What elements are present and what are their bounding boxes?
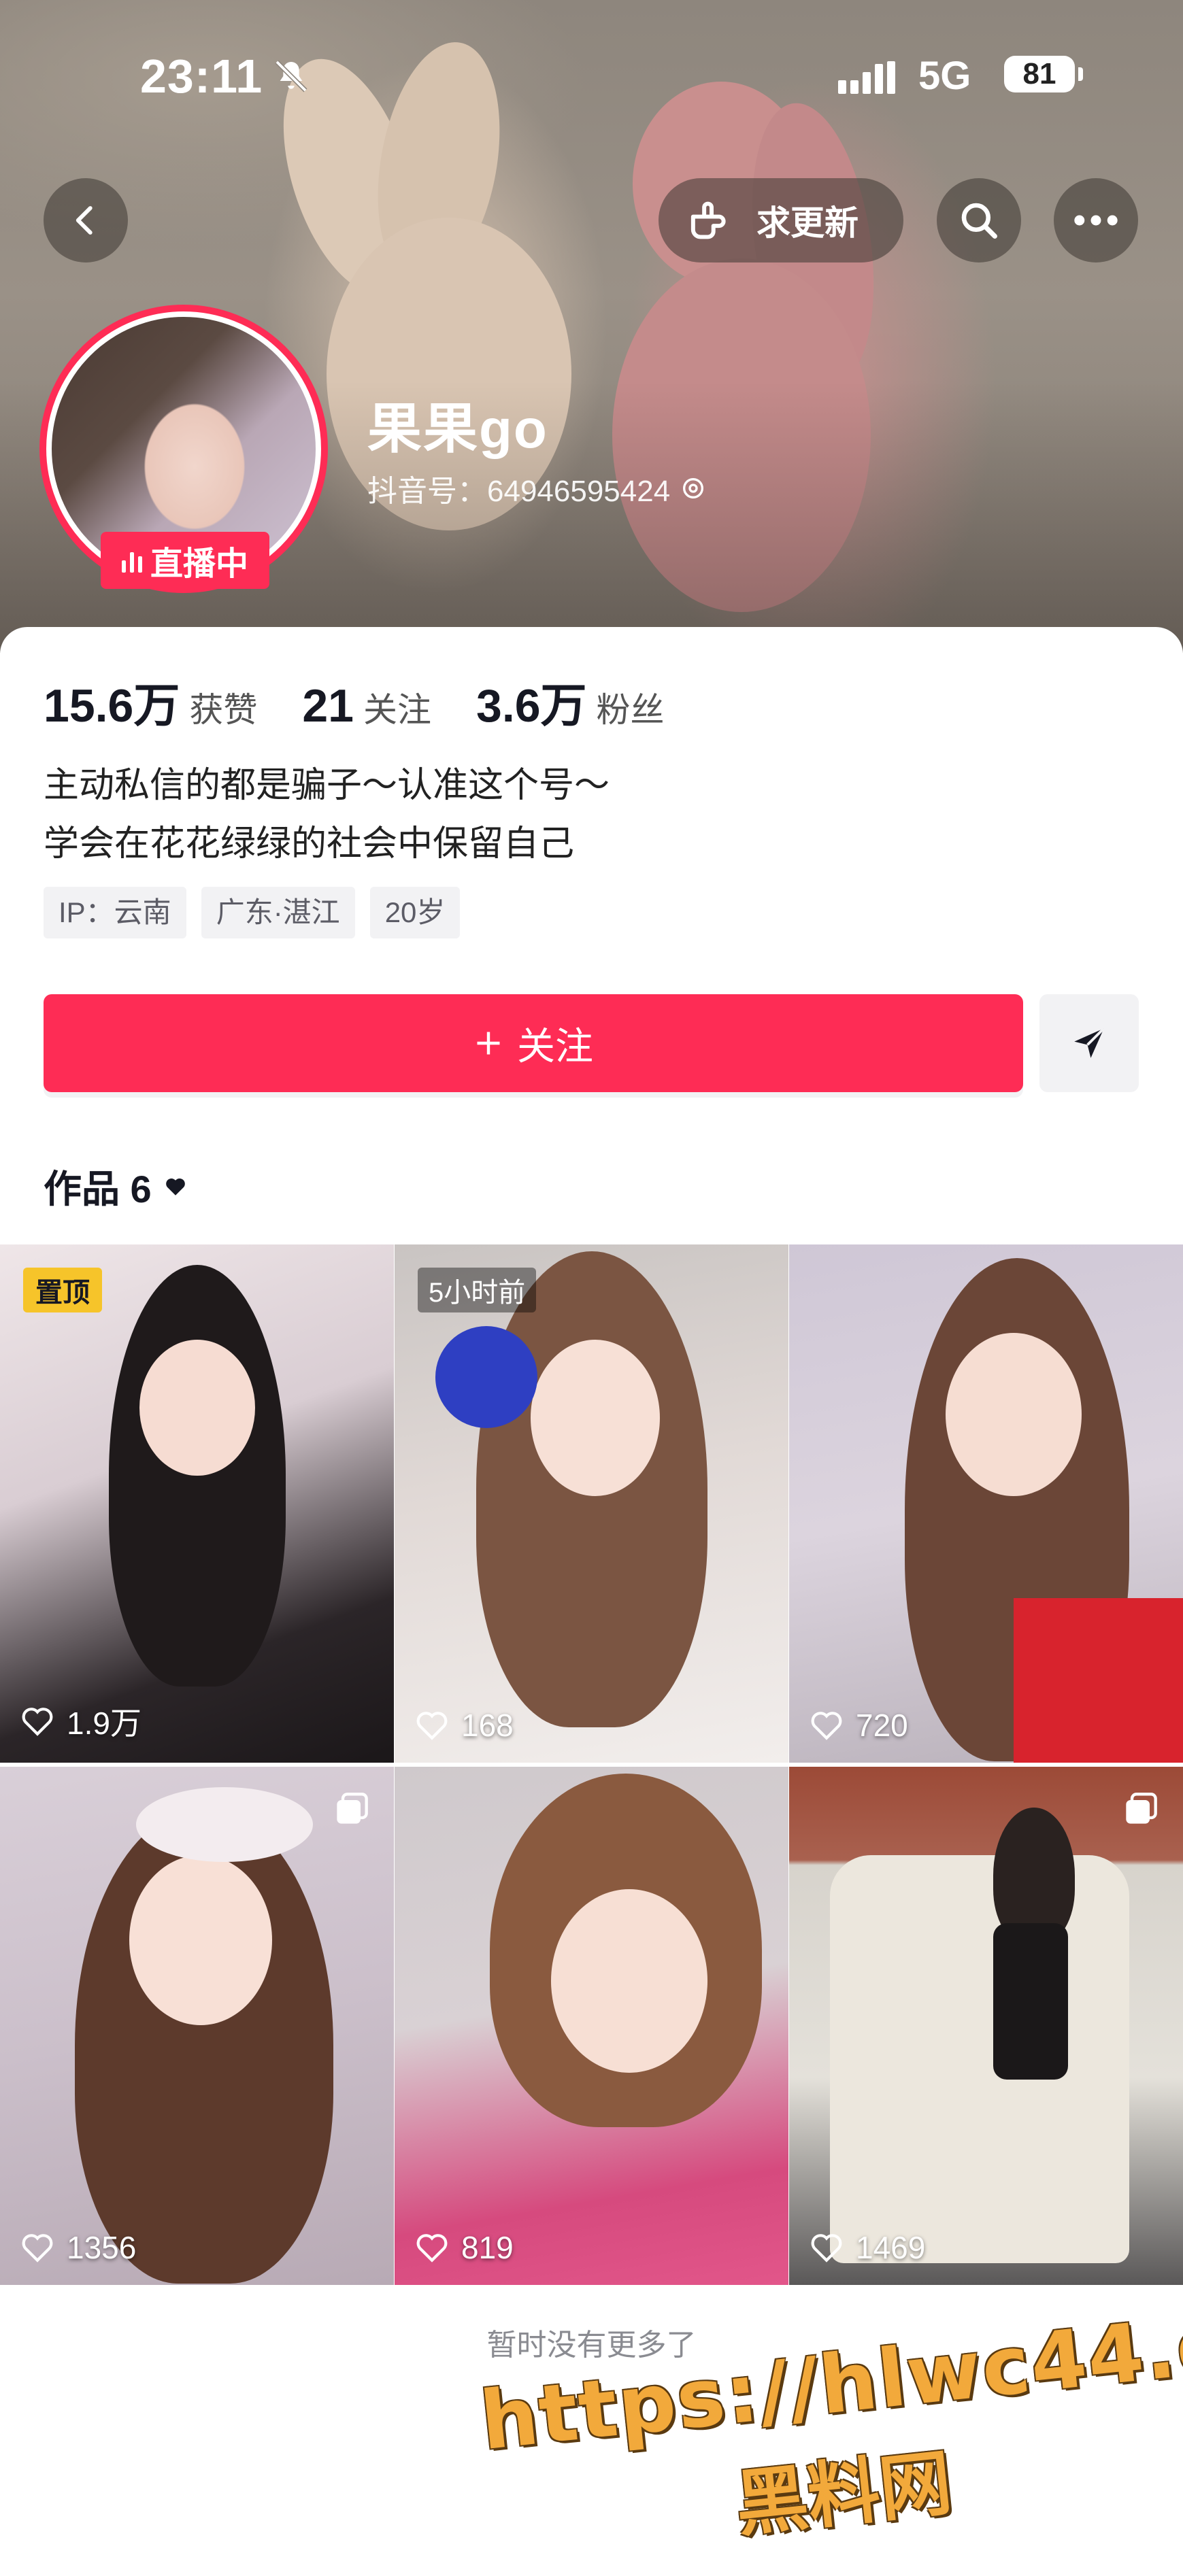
video-likes: 168 [415,1707,514,1744]
heart-outline-icon [22,2234,53,2263]
bio-line: 主动私信的都是骗子～认准这个号～ [44,766,610,805]
multi-image-icon [337,1793,368,1824]
chevron-left-icon [76,206,93,235]
heart-icon [165,1178,185,1196]
send-icon [1074,1027,1105,1058]
multi-image-icon [1126,1793,1157,1824]
battery-icon: 81 [1004,56,1083,92]
heart-outline-icon [416,2234,448,2263]
video-likes: 1469 [810,2229,925,2266]
live-bars-icon [121,548,142,573]
pointing-hand-icon [690,201,726,239]
more-button[interactable] [1054,178,1138,262]
following-label: 关注 [363,691,431,729]
pinned-badge: 置顶 [23,1268,102,1312]
thumb-decor [830,1855,1129,2263]
thumb-decor [136,1787,313,1862]
live-label: 直播中 [150,546,248,582]
age-tag: 20岁 [369,887,461,938]
bell-mute-icon [275,60,307,92]
more-dots-icon [1074,215,1118,226]
works-tab[interactable]: 作品 6 [44,1159,187,1214]
video-likes-count: 720 [856,1708,908,1743]
heart-outline-icon [811,1712,842,1740]
video-likes: 1356 [20,2229,136,2266]
video-thumbnail[interactable]: 1469 [789,1767,1183,2285]
thumb-decor [129,1855,272,2025]
search-button[interactable] [937,178,1021,262]
video-likes: 720 [810,1707,908,1744]
nickname: 果果go [367,399,548,459]
status-bar: 23:11 5G 81 [0,49,1183,110]
thumb-decor [435,1326,537,1428]
video-thumbnail[interactable]: 1356 [0,1767,394,2285]
heart-outline-icon [22,1708,53,1736]
video-likes-count: 1469 [856,2230,926,2265]
likes-count[interactable]: 15.6万 [44,668,180,735]
thumb-decor [1014,1598,1183,1763]
ip-location-tag: IP：云南 [44,887,186,938]
signal-icon [838,61,895,94]
location-tag: 广东·湛江 [201,887,355,938]
douyin-id-text: 抖音号：64946595424 [367,475,671,508]
bio-line: 学会在花花绿绿的社会中保留自己 [44,824,575,864]
profile-card: 15.6万 获赞 21 关注 3.6万 粉丝 主动私信的都是骗子～认准这个号～ … [0,627,1183,2562]
heart-outline-icon [811,2234,842,2263]
video-thumbnail[interactable]: 5小时前 168 [395,1244,788,1763]
qr-code-icon [683,478,704,498]
video-thumbnail[interactable]: 置顶 1.9万 [0,1244,394,1763]
thumb-decor [139,1340,255,1476]
live-badge[interactable]: 直播中 [101,532,269,589]
message-button[interactable] [1039,994,1139,1092]
network-type: 5G [918,54,971,98]
video-likes-count: 1356 [67,2230,137,2265]
video-likes-count: 1.9万 [67,1706,141,1741]
profile-stats: 15.6万 获赞 21 关注 3.6万 粉丝 [44,668,710,735]
video-likes-count: 819 [461,2230,514,2265]
thumb-decor [109,1265,286,1687]
request-update-button[interactable]: 求更新 [659,178,903,262]
plus-icon [477,1032,500,1055]
followers-count[interactable]: 3.6万 [476,668,587,735]
video-grid: 置顶 1.9万 5小时前 168 720 1356 819 1469 [0,1244,1183,2285]
video-thumbnail[interactable]: 720 [789,1244,1183,1763]
following-count[interactable]: 21 [302,679,354,732]
follow-button[interactable]: 关注 [44,994,1023,1092]
back-button[interactable] [44,178,128,262]
thumb-decor [551,1889,707,2073]
search-icon [961,203,997,239]
bio: 主动私信的都是骗子～认准这个号～ 学会在花花绿绿的社会中保留自己 [44,756,610,873]
douyin-id[interactable]: 抖音号：64946595424 [367,467,707,510]
video-likes: 1.9万 [20,1699,141,1744]
video-thumbnail[interactable]: 819 [395,1767,788,2285]
status-time: 23:11 [140,50,263,103]
time-badge: 5小时前 [418,1268,537,1312]
thumb-decor [531,1340,660,1496]
profile-tags: IP：云南 广东·湛江 20岁 [44,887,461,938]
heart-outline-icon [416,1712,448,1740]
likes-label: 获赞 [189,691,258,729]
request-update-label: 求更新 [756,204,859,242]
video-likes-count: 168 [461,1708,514,1743]
followers-label: 粉丝 [596,691,665,729]
follow-label: 关注 [517,1024,593,1068]
thumb-decor [993,1923,1068,2080]
video-likes: 819 [415,2229,514,2266]
thumb-decor [946,1333,1082,1496]
works-title: 作品 6 [44,1168,152,1210]
